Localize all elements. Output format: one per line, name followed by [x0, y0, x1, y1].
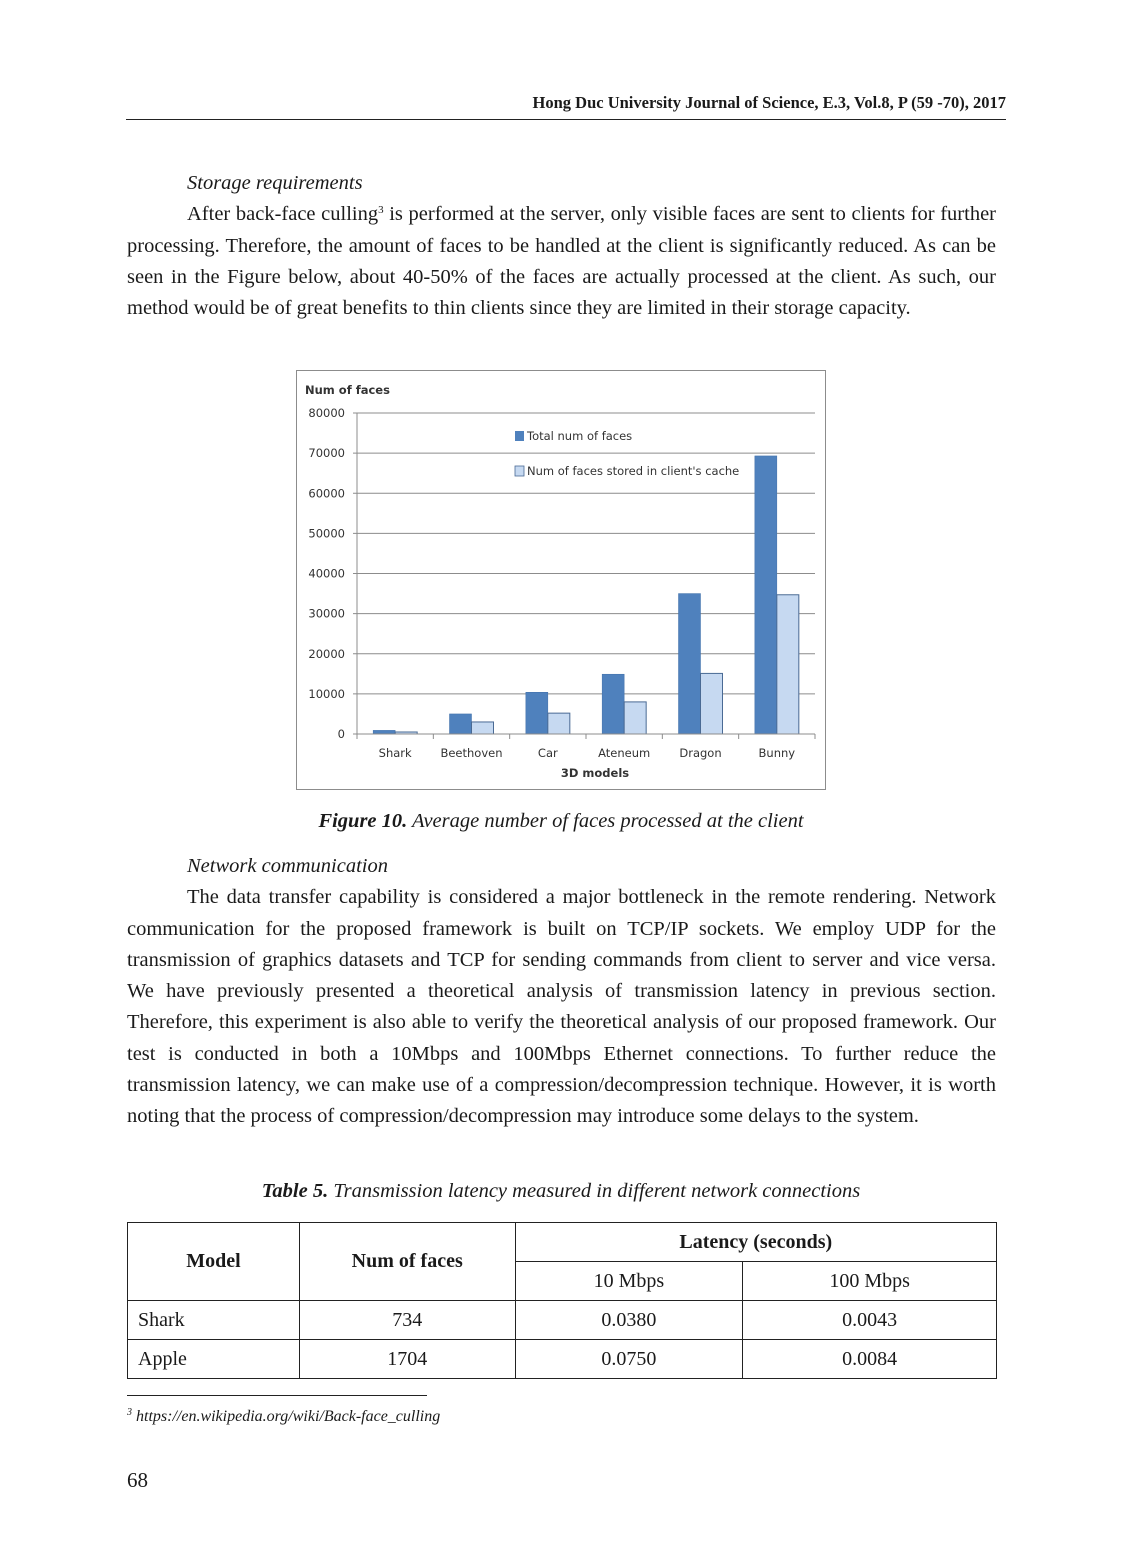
table-row: Apple 1704 0.0750 0.0084 — [127, 1339, 997, 1379]
bar-total-ateneum — [601, 673, 625, 735]
cell-faces: 1704 — [298, 1339, 516, 1379]
bar-cache-beethoven — [471, 721, 494, 735]
x-axis-title: 3D models — [561, 766, 629, 780]
cell-model: Apple — [127, 1339, 300, 1379]
cell-latency-10: 0.0380 — [514, 1300, 744, 1340]
figure-caption-text: Average number of faces processed at the… — [407, 810, 804, 832]
x-tick-label: Dragon — [679, 746, 721, 760]
body-paragraph: After back-face culling3 is performed at… — [127, 199, 996, 324]
footnote-divider — [127, 1395, 427, 1396]
header-divider — [126, 119, 1006, 120]
table-row: Shark 734 0.0380 0.0043 — [127, 1300, 997, 1340]
cell-latency-10: 0.0750 — [514, 1339, 744, 1379]
table-caption: Table 5. Transmission latency measured i… — [0, 1180, 1122, 1203]
bar-cache-car — [547, 712, 571, 735]
figure-label: Figure 10. — [318, 810, 408, 832]
y-tick-label: 0 — [338, 727, 345, 741]
table-label: Table 5. — [261, 1180, 329, 1202]
x-tick-label: Ateneum — [598, 746, 650, 760]
header-100mbps: 100 Mbps — [742, 1261, 997, 1301]
bar-cache-dragon — [700, 672, 723, 735]
latency-table: Model Num of faces Latency (seconds) 10 … — [127, 1222, 998, 1379]
header-model: Model — [127, 1222, 300, 1301]
section-heading: Network communication — [187, 855, 388, 877]
storage-section: Storage requirements After back-face cul… — [127, 168, 996, 324]
y-tick-label: 40000 — [308, 567, 345, 581]
bar-total-dragon — [678, 593, 701, 735]
table-caption-text: Transmission latency measured in differe… — [328, 1180, 861, 1202]
header-num-faces: Num of faces — [298, 1222, 516, 1301]
page-number: 68 — [127, 1468, 148, 1492]
body-paragraph: The data transfer capability is consider… — [127, 886, 996, 1128]
bar-cache-ateneum — [623, 701, 647, 735]
header-10mbps: 10 Mbps — [514, 1261, 744, 1301]
header-latency: Latency (seconds) — [514, 1222, 998, 1262]
journal-header: Hong Duc University Journal of Science, … — [532, 93, 1006, 112]
x-tick-label: Beethoven — [440, 746, 502, 760]
y-tick-label: 60000 — [308, 486, 345, 500]
legend-swatch-cache — [514, 465, 525, 477]
bar-total-car — [525, 692, 549, 735]
section-heading: Storage requirements — [187, 172, 363, 194]
y-tick-label: 30000 — [308, 607, 345, 621]
footnote: 3 https://en.wikipedia.org/wiki/Back-fac… — [127, 1408, 440, 1426]
cell-latency-100: 0.0043 — [742, 1300, 997, 1340]
y-tick-label: 70000 — [308, 446, 345, 460]
x-tick-label: Bunny — [759, 746, 796, 760]
bars — [372, 455, 800, 735]
axes: 0 10000 20000 30000 40000 50000 60000 70000 8000… — [308, 406, 816, 760]
network-section: Network communication The data transfer … — [127, 851, 996, 1133]
x-tick-label: Shark — [379, 746, 412, 760]
bar-total-bunny — [754, 455, 778, 735]
table-header-row: Model Num of faces Latency (seconds) — [127, 1222, 998, 1301]
y-tick-label: 10000 — [308, 687, 345, 701]
chart-canvas: 0 10000 20000 30000 40000 50000 60000 70000 8000… — [305, 383, 816, 780]
y-tick-label: 50000 — [308, 526, 345, 540]
cell-latency-100: 0.0084 — [742, 1339, 997, 1379]
y-tick-label: 80000 — [308, 406, 345, 420]
x-tick-label: Car — [538, 746, 558, 760]
bar-chart: 0 10000 20000 30000 40000 50000 60000 70000 8000… — [296, 370, 826, 790]
footnote-link[interactable]: https://en.wikipedia.org/wiki/Back-face_… — [132, 1408, 440, 1425]
legend-label-total: Total num of faces — [526, 429, 632, 443]
y-tick-label: 20000 — [308, 647, 345, 661]
bar-cache-bunny — [776, 594, 800, 735]
paragraph-text: After back-face culling — [187, 203, 379, 226]
legend-swatch-total — [515, 431, 524, 441]
bar-total-beethoven — [449, 713, 472, 735]
gridlines — [353, 412, 815, 735]
y-axis-title: Num of faces — [305, 383, 390, 397]
bar-total-shark — [372, 730, 396, 735]
cell-faces: 734 — [298, 1300, 516, 1340]
figure-caption: Figure 10. Average number of faces proce… — [0, 810, 1122, 833]
legend-label-cache: Num of faces stored in client's cache — [527, 464, 739, 478]
cell-model: Shark — [127, 1300, 300, 1340]
